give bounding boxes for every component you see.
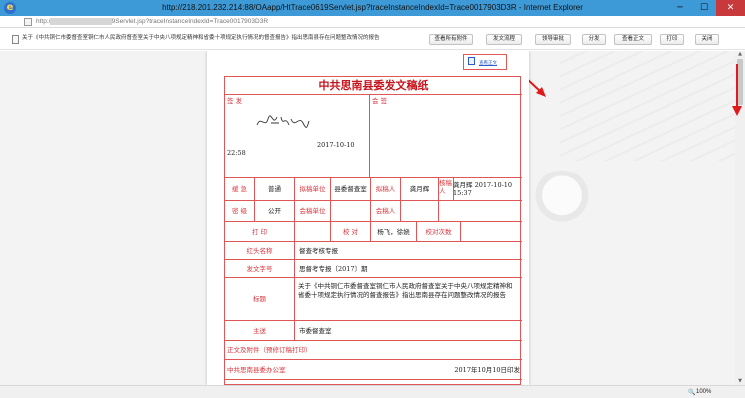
zoom-icon[interactable]: 🔍 bbox=[688, 389, 695, 396]
countersign-label: 会 签 bbox=[372, 97, 388, 105]
typist-label: 打 印 bbox=[225, 222, 295, 241]
window-titlebar: e http://218.201.232.214:88/OAapp/HtTrac… bbox=[0, 0, 745, 16]
header-name-label: 红头名称 bbox=[225, 242, 295, 259]
doc-number-row: 发文字号 思督考专报〔2017〕期 bbox=[225, 260, 522, 278]
secrecy-value: 公开 bbox=[255, 201, 295, 221]
issuer-name: 中共思南县委办公室 bbox=[227, 366, 286, 374]
main-recipient-value: 市委督查室 bbox=[299, 327, 332, 335]
sealing-unit-value bbox=[331, 201, 371, 221]
distribute-button[interactable]: 分发 bbox=[582, 34, 606, 45]
typist-value bbox=[295, 222, 331, 241]
main-recipient-label: 主送 bbox=[225, 321, 295, 340]
document-page: 查看正文 中共思南县委发文稿纸 签 发 2017-10-10 22:58 会 签… bbox=[207, 51, 529, 385]
secrecy-label: 密 级 bbox=[225, 201, 255, 221]
document-title: 关于《中共铜仁市委督查室铜仁市人民政府督查室关于中央八项规定精神和省委十项规定执… bbox=[22, 35, 380, 41]
leader-approval-button[interactable]: 领导审批 bbox=[535, 34, 571, 45]
proof-count-value bbox=[461, 222, 522, 241]
header-name-value: 督查考核专报 bbox=[299, 247, 338, 255]
background-cup bbox=[530, 171, 594, 225]
urgency-value: 普通 bbox=[255, 178, 295, 200]
zoom-level[interactable]: 100% bbox=[696, 388, 711, 397]
subject-label: 标题 bbox=[225, 278, 295, 320]
body-attachments-row: 正文及附件（预修订稿打印） bbox=[225, 341, 522, 360]
signoff-cell: 签 发 2017-10-10 22:58 bbox=[225, 95, 370, 177]
cosigner-label: 会稿人 bbox=[371, 201, 401, 221]
maximize-button[interactable]: ☐ bbox=[692, 0, 716, 16]
close-window-button[interactable]: ✕ bbox=[716, 0, 745, 16]
dispatch-form: 中共思南县委发文稿纸 签 发 2017-10-10 22:58 会 签 缓 急 … bbox=[224, 76, 522, 385]
signoff-time: 22:58 bbox=[227, 149, 246, 157]
view-body-button[interactable]: 查看正文 bbox=[614, 34, 652, 45]
content-area: 查看正文 中共思南县委发文稿纸 签 发 2017-10-10 22:58 会 签… bbox=[0, 51, 735, 385]
view-all-attachments-button[interactable]: 查看所有附件 bbox=[429, 34, 473, 45]
address-bar[interactable]: http:// /OAapp/HtTrace0619Servlet.jsp?tr… bbox=[0, 16, 745, 28]
close-button[interactable]: 关闭 bbox=[695, 34, 719, 45]
issuer-row: 中共思南县委办公室 2017年10月10日印发 bbox=[225, 360, 522, 380]
background-keyboard bbox=[560, 51, 735, 161]
document-icon bbox=[12, 35, 19, 44]
urgency-row: 缓 急 普通 拟稿单位 县委督查室 拟稿人 龚月辉 核稿人 龚月辉 2017-1… bbox=[225, 178, 522, 201]
sealing-unit-label: 会稿单位 bbox=[295, 201, 331, 221]
scroll-up-icon[interactable]: ▲ bbox=[735, 51, 745, 58]
main-recipient-row: 主送 市委督查室 bbox=[225, 321, 522, 341]
minimize-button[interactable]: ─ bbox=[668, 0, 692, 16]
urgency-label: 缓 急 bbox=[225, 178, 255, 200]
subject-value: 关于《中共铜仁市委督查室铜仁市人民政府督查室关于中央八项规定精神和省委十项规定执… bbox=[298, 282, 513, 299]
subject-row: 标题 关于《中共铜仁市委督查室铜仁市人民政府督查室关于中央八项规定精神和省委十项… bbox=[225, 278, 522, 321]
signoff-label: 签 发 bbox=[227, 97, 243, 105]
page-icon bbox=[24, 18, 32, 26]
doc-number-value: 思督考专报〔2017〕期 bbox=[299, 265, 368, 273]
proofread-value: 杨飞，徐娆 bbox=[371, 222, 417, 241]
proofread-label: 校 对 bbox=[331, 222, 371, 241]
doc-number-label: 发文字号 bbox=[225, 260, 295, 277]
status-bar: 🔍 100% bbox=[0, 385, 745, 398]
proofread-row: 打 印 校 对 杨飞，徐娆 校对次数 bbox=[225, 222, 522, 242]
dispatch-flow-button[interactable]: 发文流程 bbox=[486, 34, 522, 45]
cosigner-value bbox=[401, 201, 439, 221]
handwritten-signature bbox=[256, 115, 310, 128]
document-toolbar: 关于《中共铜仁市委督查室铜仁市人民政府督查室关于中央八项规定精神和省委十项规定执… bbox=[0, 28, 745, 50]
drafter-label: 拟稿人 bbox=[371, 178, 401, 200]
issue-date: 2017年10月10日印发 bbox=[454, 366, 520, 374]
drafter-value: 龚月辉 bbox=[401, 178, 439, 200]
form-title: 中共思南县委发文稿纸 bbox=[225, 77, 522, 95]
drafting-unit-label: 拟稿单位 bbox=[295, 178, 331, 200]
verifier-value: 龚月辉 2017-10-10 15:37 bbox=[453, 181, 513, 197]
print-button[interactable]: 打印 bbox=[660, 34, 684, 45]
secrecy-row: 密 级 公开 会稿单位 会稿人 bbox=[225, 201, 522, 222]
view-body-highlight bbox=[463, 54, 507, 70]
signoff-row: 签 发 2017-10-10 22:58 会 签 bbox=[225, 95, 522, 178]
drafting-unit-value: 县委督查室 bbox=[331, 178, 371, 200]
scroll-annotation-arrow-icon bbox=[732, 64, 742, 116]
proof-count-label: 校对次数 bbox=[417, 222, 461, 241]
scroll-down-icon[interactable]: ▼ bbox=[735, 378, 745, 385]
window-title: http://218.201.232.214:88/OAapp/HtTrace0… bbox=[162, 3, 583, 12]
signoff-date: 2017-10-10 bbox=[317, 141, 355, 149]
redacted-host bbox=[50, 18, 112, 25]
verifier-label: 核稿人 bbox=[439, 178, 454, 200]
header-name-row: 红头名称 督查考核专报 bbox=[225, 242, 522, 260]
body-attachments-label[interactable]: 正文及附件（预修订稿打印） bbox=[227, 341, 312, 360]
